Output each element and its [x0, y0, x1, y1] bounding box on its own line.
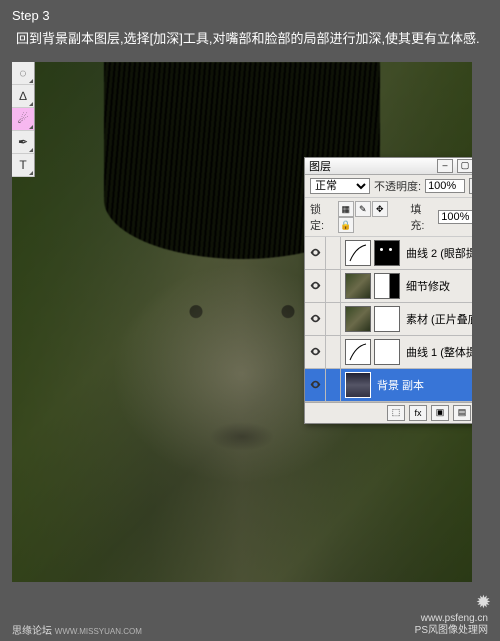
eyedropper-tool[interactable]: ∆ — [12, 85, 34, 108]
footer-watermark: 思缘论坛 WWW.MISSYUAN.COM ✹ www.psfeng.cn PS… — [0, 592, 500, 641]
new-layer-button[interactable]: ▤ — [453, 405, 471, 421]
layer-row-selected[interactable]: 背景 副本 — [305, 369, 472, 402]
lasso-tool[interactable]: ◌ — [12, 62, 34, 85]
visibility-toggle[interactable] — [305, 303, 326, 335]
eye-icon — [309, 312, 322, 325]
lock-row: 锁定: ▦✎✥🔒 填充: 100% ▶ — [305, 198, 472, 237]
layer-thumb — [345, 372, 371, 398]
adjustment-thumb — [345, 339, 371, 365]
footer-right-url: www.psfeng.cn — [415, 613, 488, 625]
step-description: 回到背景副本图层,选择[加深]工具,对嘴部和脸部的局部进行加深,使其更有立体感. — [0, 23, 500, 62]
layer-thumb — [345, 306, 371, 332]
mask-thumb — [374, 306, 400, 332]
blend-mode-select[interactable]: 正常 — [310, 178, 370, 194]
pen-tool[interactable]: ✒ — [12, 131, 34, 154]
fill-label: 填充: — [410, 201, 434, 233]
mask-thumb — [374, 339, 400, 365]
minimize-icon[interactable]: – — [437, 159, 453, 173]
layer-row[interactable]: 素材 (正片叠底) — [305, 303, 472, 336]
image-canvas: ◌ ∆ ☄ ✒ T 图层 – ▢ × 正常 不透明度: 100% ▶ 锁定: ▦… — [12, 62, 472, 582]
eye-icon — [309, 345, 322, 358]
footer-right-text: PS风图像处理网 — [415, 625, 488, 637]
opacity-value[interactable]: 100% — [425, 179, 465, 193]
footer-left-brand: 思缘论坛 — [12, 626, 52, 637]
splat-icon: ✹ — [415, 592, 488, 614]
panel-titlebar[interactable]: 图层 – ▢ × — [305, 158, 472, 175]
link-layers-button[interactable]: ⬚ — [387, 405, 405, 421]
layer-name[interactable]: 曲线 2 (眼部提亮) — [404, 245, 472, 261]
expand-icon[interactable]: ▢ — [457, 159, 472, 173]
visibility-toggle[interactable] — [305, 369, 326, 401]
tools-palette: ◌ ∆ ☄ ✒ T — [12, 62, 35, 177]
panel-tab-layers[interactable]: 图层 — [309, 158, 331, 174]
visibility-toggle[interactable] — [305, 336, 326, 368]
adjustment-thumb — [345, 240, 371, 266]
layer-name[interactable]: 素材 (正片叠底) — [404, 311, 472, 327]
layers-panel: 图层 – ▢ × 正常 不透明度: 100% ▶ 锁定: ▦✎✥🔒 填充: 10… — [304, 157, 472, 424]
opacity-label: 不透明度: — [374, 178, 421, 194]
type-tool[interactable]: T — [12, 154, 34, 177]
visibility-toggle[interactable] — [305, 270, 326, 302]
mask-thumb — [374, 240, 400, 266]
mask-thumb — [374, 273, 400, 299]
lock-buttons[interactable]: ▦✎✥🔒 — [338, 201, 403, 233]
footer-left-url: WWW.MISSYUAN.COM — [55, 627, 142, 636]
visibility-toggle[interactable] — [305, 237, 326, 269]
layer-row[interactable]: 曲线 1 (整体提亮) — [305, 336, 472, 369]
blend-row: 正常 不透明度: 100% ▶ — [305, 175, 472, 198]
layer-row[interactable]: 细节修改 — [305, 270, 472, 303]
layer-name[interactable]: 曲线 1 (整体提亮) — [404, 344, 472, 360]
layer-thumb — [345, 273, 371, 299]
opacity-arrow-icon[interactable]: ▶ — [469, 178, 472, 194]
step-number: Step 3 — [0, 0, 500, 23]
new-group-button[interactable]: ▣ — [431, 405, 449, 421]
fill-value[interactable]: 100% — [438, 210, 472, 224]
layer-list: 曲线 2 (眼部提亮) 细节修改 素材 (正片叠底) — [305, 237, 472, 402]
layer-name[interactable]: 细节修改 — [404, 278, 450, 294]
layer-style-button[interactable]: fx — [409, 405, 427, 421]
eye-icon — [309, 246, 322, 259]
panel-bottom-bar: ⬚ fx ▣ ▤ 🗑 — [305, 402, 472, 423]
lock-label: 锁定: — [310, 201, 334, 233]
eye-icon — [309, 279, 322, 292]
burn-tool[interactable]: ☄ — [12, 108, 34, 131]
layer-name[interactable]: 背景 副本 — [375, 377, 424, 393]
eye-icon — [309, 378, 322, 391]
layer-row[interactable]: 曲线 2 (眼部提亮) — [305, 237, 472, 270]
